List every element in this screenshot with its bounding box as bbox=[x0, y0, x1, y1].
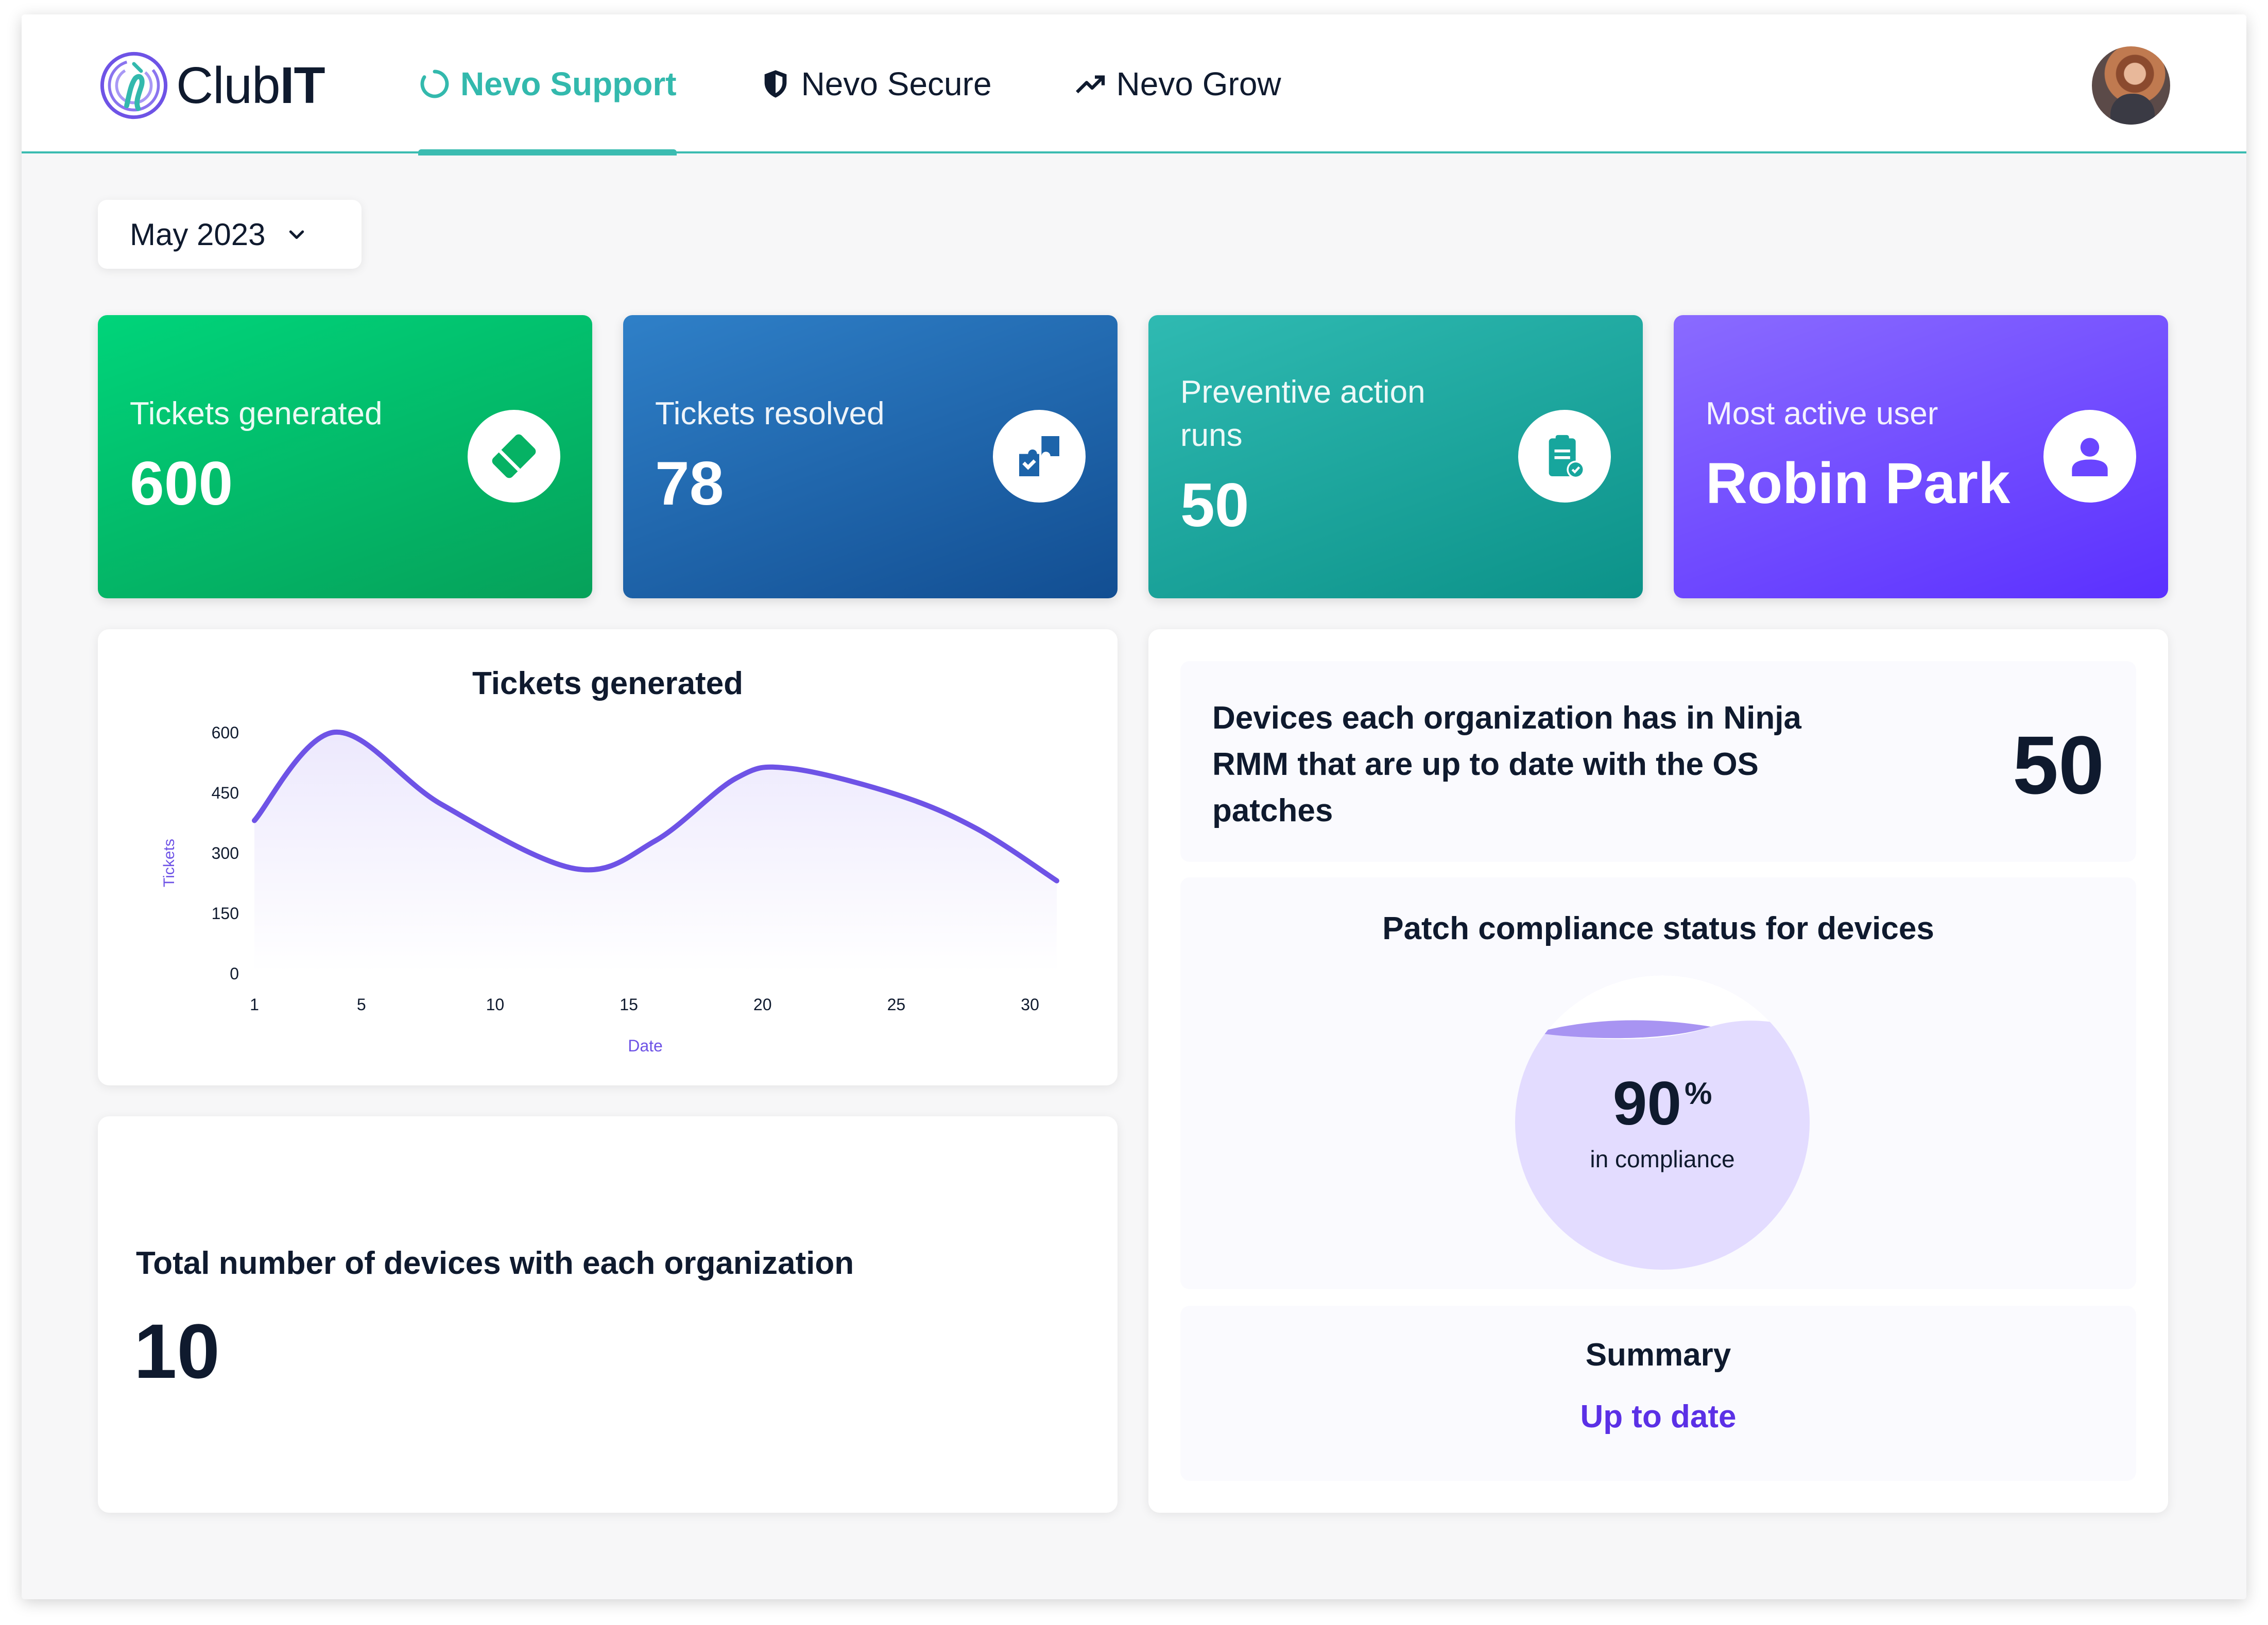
tab-label: Nevo Grow bbox=[1116, 65, 1281, 102]
tab-nevo-support[interactable]: Nevo Support bbox=[418, 14, 677, 155]
fingerprint-logo-icon bbox=[100, 51, 168, 119]
x-tick-label: 10 bbox=[486, 995, 505, 1014]
y-tick-label: 300 bbox=[212, 844, 239, 862]
dashboard-window: ClubIT Nevo Support Nevo Secure Nevo Gro… bbox=[22, 14, 2246, 1599]
x-axis-label: Date bbox=[628, 1036, 663, 1055]
month-selector[interactable]: May 2023 bbox=[98, 200, 362, 269]
os-patch-question: Devices each organization has in Ninja R… bbox=[1212, 700, 1801, 828]
patch-status-panel: Devices each organization has in Ninja R… bbox=[1148, 629, 2168, 1513]
stat-card-tickets-generated[interactable]: Tickets generated 600 bbox=[98, 315, 592, 598]
summary-card: Summary Up to date bbox=[1180, 1306, 2136, 1481]
tickets-line-chart[interactable]: 01503004506001 5 10 15 20 25 30DateTickets bbox=[98, 629, 1118, 1085]
refresh-circle-icon bbox=[420, 70, 449, 98]
total-devices-title: Total number of devices with each organi… bbox=[136, 1246, 854, 1281]
brand-logo[interactable]: ClubIT bbox=[98, 49, 325, 122]
summary-title: Summary bbox=[1585, 1337, 1731, 1373]
tab-label: Nevo Support bbox=[460, 65, 677, 102]
brand-name: ClubIT bbox=[176, 56, 325, 114]
tab-nevo-secure[interactable]: Nevo Secure bbox=[759, 14, 992, 153]
stat-label: Tickets generated bbox=[130, 396, 383, 431]
compliance-caption: in compliance bbox=[1590, 1146, 1735, 1172]
shield-icon bbox=[764, 70, 786, 98]
main-nav: Nevo Support Nevo Secure Nevo Grow bbox=[418, 14, 1364, 155]
tickets-chart-panel: Tickets generated 0 150 300 450 600 1 5 10 15 20 2… bbox=[98, 629, 1118, 1085]
y-axis-label: Tickets bbox=[161, 839, 178, 887]
ticket-icon bbox=[492, 434, 536, 478]
x-tick-label: 30 bbox=[1021, 995, 1039, 1014]
ticket-icon-badge bbox=[468, 410, 560, 503]
stat-value: Robin Park bbox=[1706, 451, 2011, 515]
x-tick-label: 1 bbox=[250, 995, 259, 1014]
stat-label: Tickets resolved bbox=[655, 396, 885, 431]
stat-value: 78 bbox=[655, 449, 724, 518]
stat-label: Most active user bbox=[1706, 396, 1938, 431]
stat-value: 600 bbox=[130, 449, 233, 518]
stat-label: Preventive action runs bbox=[1180, 374, 1425, 453]
y-tick-label: 600 bbox=[212, 723, 239, 742]
top-navbar: ClubIT Nevo Support Nevo Secure Nevo Gro… bbox=[22, 14, 2246, 155]
chevron-down-icon bbox=[289, 230, 304, 239]
os-patch-card: Devices each organization has in Ninja R… bbox=[1180, 661, 2136, 862]
patch-compliance-title: Patch compliance status for devices bbox=[1382, 911, 1934, 946]
trending-up-icon bbox=[1075, 75, 1105, 94]
tab-label: Nevo Secure bbox=[801, 65, 992, 102]
y-tick-label: 150 bbox=[212, 904, 239, 923]
y-tick-label: 0 bbox=[230, 964, 239, 983]
total-devices-panel: Total number of devices with each organi… bbox=[98, 1116, 1118, 1513]
user-icon bbox=[2072, 438, 2108, 476]
x-tick-label: 5 bbox=[357, 995, 366, 1014]
os-patch-count: 50 bbox=[2013, 719, 2104, 811]
x-tick-label: 25 bbox=[887, 995, 906, 1014]
x-tick-label: 15 bbox=[620, 995, 638, 1014]
puzzle-icon bbox=[1019, 436, 1059, 476]
clipboard-check-icon-badge bbox=[1518, 410, 1611, 503]
tab-nevo-grow[interactable]: Nevo Grow bbox=[1074, 14, 1281, 153]
y-tick-label: 450 bbox=[212, 784, 239, 802]
stat-card-preventive-action-runs[interactable]: Preventive action runs 50 bbox=[1148, 315, 1643, 598]
stat-card-tickets-resolved[interactable]: Tickets resolved 78 bbox=[623, 315, 1118, 598]
summary-value: Up to date bbox=[1580, 1399, 1737, 1434]
clipboard-check-icon bbox=[1549, 435, 1585, 479]
patch-compliance-card: Patch compliance status for devices 90% … bbox=[1180, 877, 2136, 1289]
stat-value: 50 bbox=[1180, 471, 1249, 540]
series-area bbox=[254, 732, 1057, 973]
user-avatar[interactable] bbox=[2092, 46, 2170, 125]
compliance-percent: 90% bbox=[1612, 1069, 1712, 1138]
user-icon-badge bbox=[2043, 410, 2136, 503]
total-devices-value: 10 bbox=[134, 1308, 220, 1394]
x-tick-label: 20 bbox=[753, 995, 772, 1014]
puzzle-icon-badge bbox=[993, 410, 1086, 503]
stat-card-most-active-user[interactable]: Most active user Robin Park bbox=[1674, 315, 2168, 598]
month-selector-value: May 2023 bbox=[130, 217, 266, 252]
compliance-gauge: 90% in compliance bbox=[1515, 975, 1810, 1270]
